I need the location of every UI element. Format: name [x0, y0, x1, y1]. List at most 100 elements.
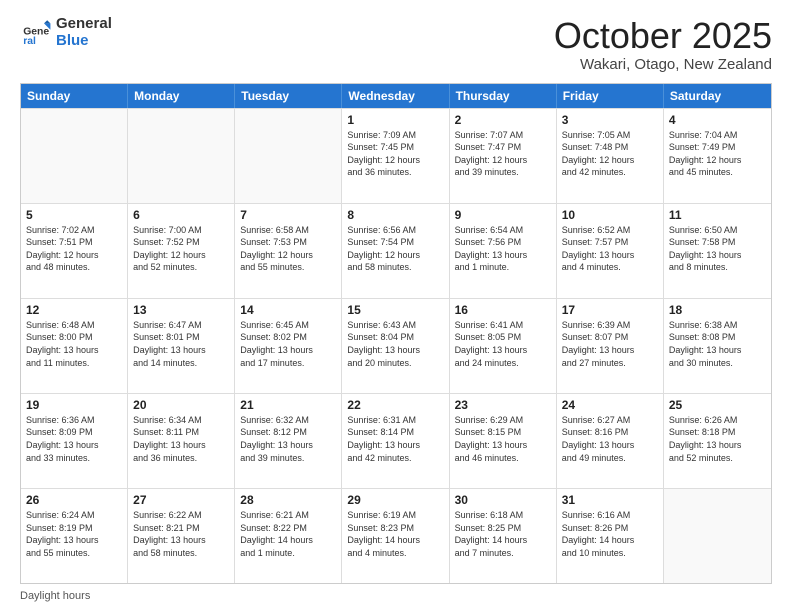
- day-number: 6: [133, 208, 229, 222]
- day-info: Sunrise: 6:48 AM Sunset: 8:00 PM Dayligh…: [26, 319, 122, 369]
- calendar-body: 1Sunrise: 7:09 AM Sunset: 7:45 PM Daylig…: [21, 108, 771, 583]
- day-info: Sunrise: 6:19 AM Sunset: 8:23 PM Dayligh…: [347, 509, 443, 559]
- day-info: Sunrise: 6:43 AM Sunset: 8:04 PM Dayligh…: [347, 319, 443, 369]
- day-of-week-wednesday: Wednesday: [342, 84, 449, 108]
- day-number: 26: [26, 493, 122, 507]
- day-info: Sunrise: 7:02 AM Sunset: 7:51 PM Dayligh…: [26, 224, 122, 274]
- calendar-day-16: 16 Sunrise: 6:41 AM Sunset: 8:05 PM Dayli…: [450, 299, 557, 393]
- logo-text: General Blue: [56, 16, 112, 49]
- day-info: Sunrise: 7:04 AM Sunset: 7:49 PM Dayligh…: [669, 129, 766, 179]
- calendar-day-20: 20Sunrise: 6:34 AM Sunset: 8:11 PM Dayli…: [128, 394, 235, 488]
- day-number: 24: [562, 398, 658, 412]
- day-info: Sunrise: 6:58 AM Sunset: 7:53 PM Dayligh…: [240, 224, 336, 274]
- day-number: 28: [240, 493, 336, 507]
- day-info: Sunrise: 7:05 AM Sunset: 7:48 PM Dayligh…: [562, 129, 658, 179]
- day-number: 11: [669, 208, 766, 222]
- calendar-day-13: 13 Sunrise: 6:47 AM Sunset: 8:01 PM Dayli…: [128, 299, 235, 393]
- day-info: Sunrise: 7:00 AM Sunset: 7:52 PM Dayligh…: [133, 224, 229, 274]
- day-number: 18: [669, 303, 766, 317]
- day-number: 12: [26, 303, 122, 317]
- calendar-week-3: 12 Sunrise: 6:48 AM Sunset: 8:00 PM Dayli…: [21, 298, 771, 393]
- calendar-week-4: 19 Sunrise: 6:36 AM Sunset: 8:09 PM Dayli…: [21, 393, 771, 488]
- calendar-day-31: 31Sunrise: 6:16 AM Sunset: 8:26 PM Dayli…: [557, 489, 664, 583]
- calendar-day-30: 30 Sunrise: 6:18 AM Sunset: 8:25 PM Dayli…: [450, 489, 557, 583]
- day-number: 2: [455, 113, 551, 127]
- calendar-empty-cell: [21, 109, 128, 203]
- day-info: Sunrise: 6:41 AM Sunset: 8:05 PM Dayligh…: [455, 319, 551, 369]
- day-number: 15: [347, 303, 443, 317]
- calendar-day-25: 25Sunrise: 6:26 AM Sunset: 8:18 PM Dayli…: [664, 394, 771, 488]
- logo-blue: Blue: [56, 32, 89, 49]
- calendar-day-29: 29 Sunrise: 6:19 AM Sunset: 8:23 PM Dayli…: [342, 489, 449, 583]
- calendar-empty-cell: [235, 109, 342, 203]
- calendar-day-23: 23Sunrise: 6:29 AM Sunset: 8:15 PM Dayli…: [450, 394, 557, 488]
- month-title: October 2025: [554, 16, 772, 56]
- day-info: Sunrise: 6:32 AM Sunset: 8:12 PM Dayligh…: [240, 414, 336, 464]
- calendar-day-19: 19 Sunrise: 6:36 AM Sunset: 8:09 PM Dayli…: [21, 394, 128, 488]
- logo-general: General: [56, 15, 112, 32]
- day-number: 5: [26, 208, 122, 222]
- day-number: 25: [669, 398, 766, 412]
- day-of-week-saturday: Saturday: [664, 84, 771, 108]
- day-number: 8: [347, 208, 443, 222]
- day-info: Sunrise: 6:36 AM Sunset: 8:09 PM Dayligh…: [26, 414, 122, 464]
- day-info: Sunrise: 6:21 AM Sunset: 8:22 PM Dayligh…: [240, 509, 336, 559]
- day-info: Sunrise: 6:50 AM Sunset: 7:58 PM Dayligh…: [669, 224, 766, 274]
- calendar-day-28: 28 Sunrise: 6:21 AM Sunset: 8:22 PM Dayli…: [235, 489, 342, 583]
- calendar-day-11: 11 Sunrise: 6:50 AM Sunset: 7:58 PM Dayli…: [664, 204, 771, 298]
- calendar-day-15: 15 Sunrise: 6:43 AM Sunset: 8:04 PM Dayli…: [342, 299, 449, 393]
- day-number: 19: [26, 398, 122, 412]
- day-info: Sunrise: 7:07 AM Sunset: 7:47 PM Dayligh…: [455, 129, 551, 179]
- day-number: 30: [455, 493, 551, 507]
- calendar-day-12: 12 Sunrise: 6:48 AM Sunset: 8:00 PM Dayli…: [21, 299, 128, 393]
- day-number: 10: [562, 208, 658, 222]
- day-info: Sunrise: 6:47 AM Sunset: 8:01 PM Dayligh…: [133, 319, 229, 369]
- day-info: Sunrise: 6:24 AM Sunset: 8:19 PM Dayligh…: [26, 509, 122, 559]
- day-info: Sunrise: 6:34 AM Sunset: 8:11 PM Dayligh…: [133, 414, 229, 464]
- header: Gene ral General Blue October 2025 Wakar…: [20, 16, 772, 73]
- calendar-day-3: 3 Sunrise: 7:05 AM Sunset: 7:48 PM Daylig…: [557, 109, 664, 203]
- daylight-label: Daylight hours: [20, 590, 90, 602]
- calendar-day-18: 18 Sunrise: 6:38 AM Sunset: 8:08 PM Dayli…: [664, 299, 771, 393]
- day-info: Sunrise: 6:16 AM Sunset: 8:26 PM Dayligh…: [562, 509, 658, 559]
- location: Wakari, Otago, New Zealand: [554, 56, 772, 73]
- calendar-day-17: 17Sunrise: 6:39 AM Sunset: 8:07 PM Dayli…: [557, 299, 664, 393]
- calendar-day-6: 6 Sunrise: 7:00 AM Sunset: 7:52 PM Daylig…: [128, 204, 235, 298]
- calendar-day-7: 7Sunrise: 6:58 AM Sunset: 7:53 PM Daylig…: [235, 204, 342, 298]
- calendar-week-5: 26 Sunrise: 6:24 AM Sunset: 8:19 PM Dayli…: [21, 488, 771, 583]
- day-number: 3: [562, 113, 658, 127]
- calendar-header: SundayMondayTuesdayWednesdayThursdayFrid…: [21, 84, 771, 108]
- calendar-day-2: 2 Sunrise: 7:07 AM Sunset: 7:47 PM Daylig…: [450, 109, 557, 203]
- day-info: Sunrise: 6:38 AM Sunset: 8:08 PM Dayligh…: [669, 319, 766, 369]
- calendar-day-8: 8 Sunrise: 6:56 AM Sunset: 7:54 PM Daylig…: [342, 204, 449, 298]
- day-of-week-friday: Friday: [557, 84, 664, 108]
- calendar-day-21: 21 Sunrise: 6:32 AM Sunset: 8:12 PM Dayli…: [235, 394, 342, 488]
- day-number: 23: [455, 398, 551, 412]
- footer: Daylight hours: [20, 590, 772, 602]
- calendar-day-4: 4Sunrise: 7:04 AM Sunset: 7:49 PM Daylig…: [664, 109, 771, 203]
- day-number: 21: [240, 398, 336, 412]
- day-info: Sunrise: 6:45 AM Sunset: 8:02 PM Dayligh…: [240, 319, 336, 369]
- calendar: SundayMondayTuesdayWednesdayThursdayFrid…: [20, 83, 772, 584]
- svg-text:ral: ral: [23, 36, 36, 47]
- calendar-day-24: 24 Sunrise: 6:27 AM Sunset: 8:16 PM Dayli…: [557, 394, 664, 488]
- calendar-day-5: 5 Sunrise: 7:02 AM Sunset: 7:51 PM Daylig…: [21, 204, 128, 298]
- day-info: Sunrise: 6:18 AM Sunset: 8:25 PM Dayligh…: [455, 509, 551, 559]
- calendar-empty-cell: [664, 489, 771, 583]
- page: Gene ral General Blue October 2025 Wakar…: [0, 0, 792, 612]
- calendar-day-27: 27Sunrise: 6:22 AM Sunset: 8:21 PM Dayli…: [128, 489, 235, 583]
- calendar-day-22: 22Sunrise: 6:31 AM Sunset: 8:14 PM Dayli…: [342, 394, 449, 488]
- calendar-day-1: 1Sunrise: 7:09 AM Sunset: 7:45 PM Daylig…: [342, 109, 449, 203]
- day-number: 16: [455, 303, 551, 317]
- day-info: Sunrise: 6:22 AM Sunset: 8:21 PM Dayligh…: [133, 509, 229, 559]
- day-info: Sunrise: 6:54 AM Sunset: 7:56 PM Dayligh…: [455, 224, 551, 274]
- day-number: 13: [133, 303, 229, 317]
- day-number: 29: [347, 493, 443, 507]
- day-number: 9: [455, 208, 551, 222]
- day-info: Sunrise: 6:52 AM Sunset: 7:57 PM Dayligh…: [562, 224, 658, 274]
- calendar-day-9: 9 Sunrise: 6:54 AM Sunset: 7:56 PM Daylig…: [450, 204, 557, 298]
- day-info: Sunrise: 6:56 AM Sunset: 7:54 PM Dayligh…: [347, 224, 443, 274]
- day-info: Sunrise: 6:27 AM Sunset: 8:16 PM Dayligh…: [562, 414, 658, 464]
- day-info: Sunrise: 7:09 AM Sunset: 7:45 PM Dayligh…: [347, 129, 443, 179]
- day-number: 14: [240, 303, 336, 317]
